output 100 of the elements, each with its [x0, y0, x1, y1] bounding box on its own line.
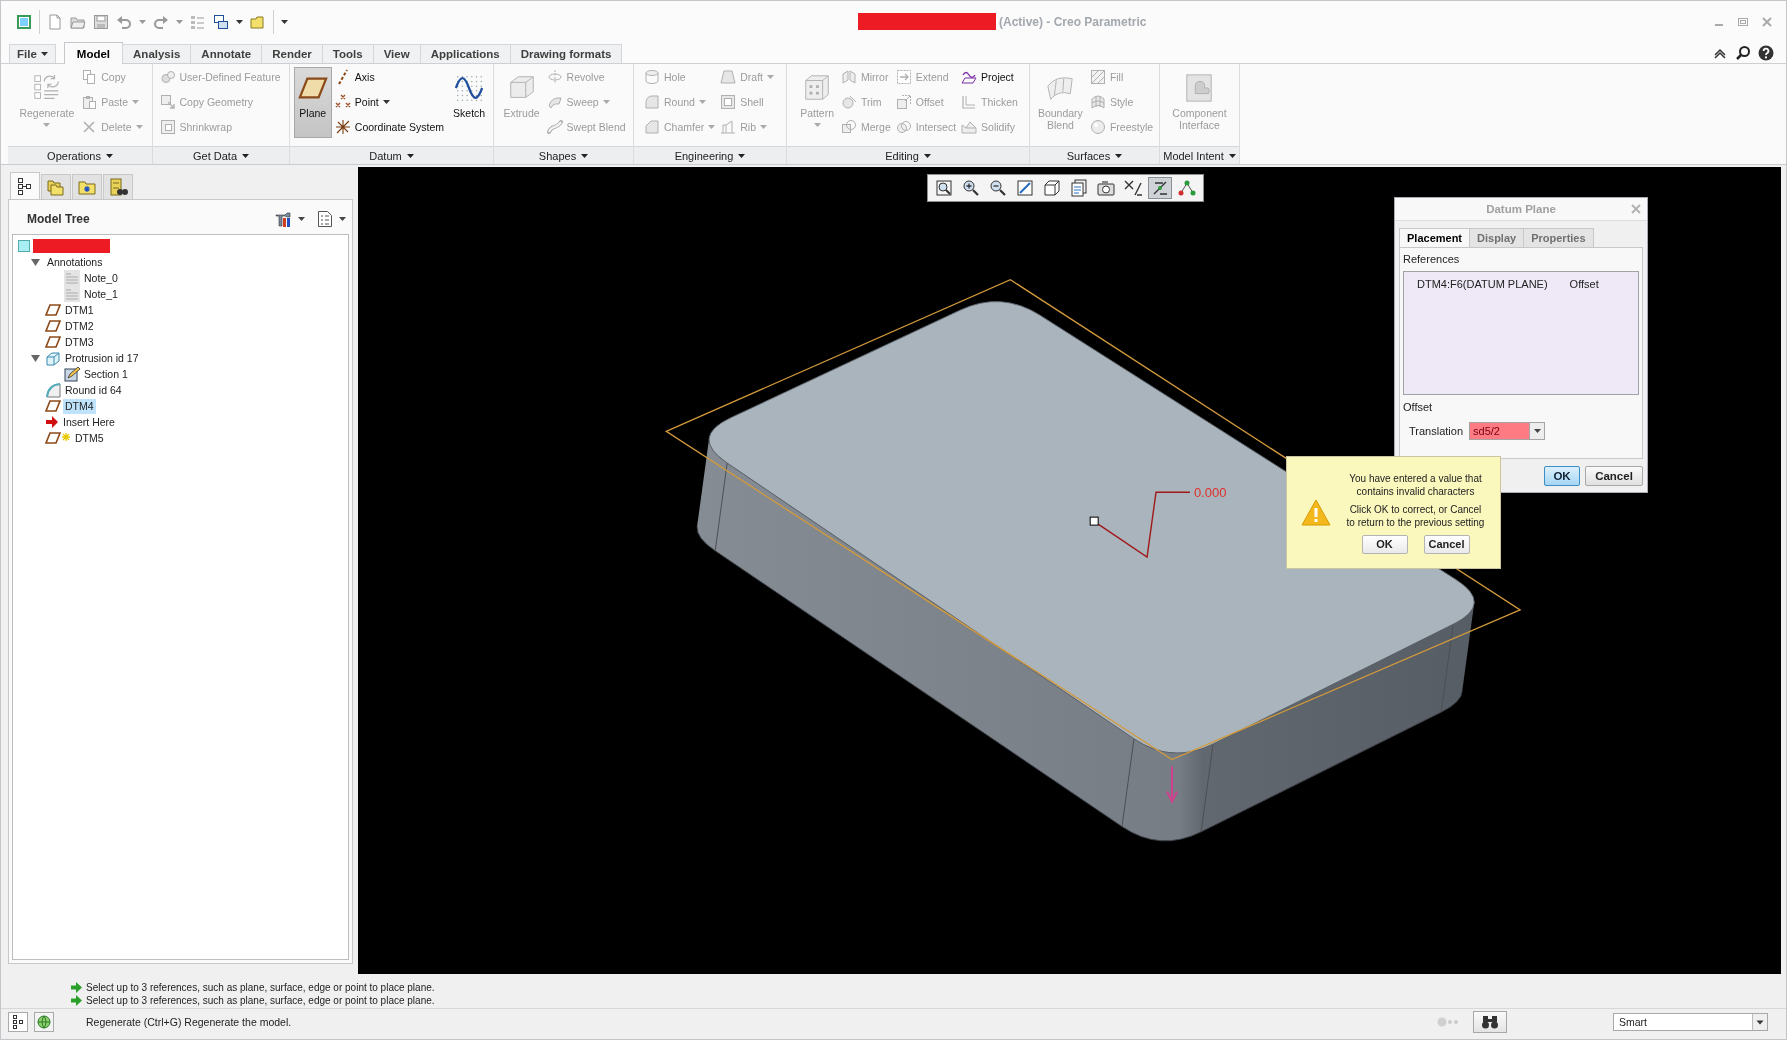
tree-item[interactable]: DTM5 — [73, 430, 106, 446]
group-menu-button[interactable]: Datum — [290, 146, 493, 164]
cross-marks-icon — [334, 94, 351, 110]
tree-structure-icon[interactable] — [8, 1012, 28, 1032]
hollow-box-icon — [720, 94, 737, 110]
caret-icon[interactable] — [236, 19, 243, 24]
ribbon-button[interactable]: Project — [961, 66, 1020, 88]
dialog-button[interactable]: Cancel — [1585, 466, 1643, 486]
group-menu-button[interactable]: Model Intent — [1160, 146, 1239, 164]
mirror-halves-icon — [841, 69, 857, 85]
square-arrow-icon — [159, 94, 176, 110]
tree-item[interactable]: Section 1 — [82, 366, 130, 382]
globe-icon[interactable] — [34, 1012, 54, 1032]
group-menu-button[interactable]: Get Data — [153, 146, 289, 164]
file-menu-tab[interactable]: File — [9, 44, 56, 63]
ribbon-button[interactable]: Coordinate System — [334, 116, 447, 138]
direction-arrow — [1166, 765, 1178, 804]
ribbon-tab[interactable]: Model — [63, 42, 124, 64]
pencil-square-icon — [64, 366, 80, 382]
caret-icon — [406, 153, 414, 158]
references-list[interactable]: DTM4:F6(DATUM PLANE) Offset — [1403, 271, 1639, 395]
panel-tab[interactable] — [103, 174, 133, 199]
dialog-button[interactable]: OK — [1544, 466, 1580, 486]
ribbon-tab[interactable]: Render — [261, 44, 323, 63]
balloon-button[interactable]: Cancel — [1423, 534, 1470, 554]
dialog-tab[interactable]: Display — [1469, 228, 1525, 247]
warning-instruction: Click OK to correct, or Cancel to return to the previous setting — [1345, 502, 1486, 529]
caret-icon[interactable] — [339, 217, 346, 221]
search-icon[interactable] — [1735, 44, 1751, 61]
arrow-icon — [71, 982, 82, 993]
ribbon-button[interactable]: Point — [334, 91, 447, 113]
drag-handle[interactable] — [1089, 516, 1099, 526]
status-message: Select up to 3 references, such as plane, surface, edge or point to place plane. — [86, 982, 435, 993]
caret-icon — [923, 153, 931, 158]
section-label: References — [1403, 253, 1460, 265]
field-label: Translation — [1409, 425, 1463, 437]
tree-item[interactable]: DTM2 — [63, 318, 96, 334]
ribbon-tab[interactable]: Drawing formats — [509, 44, 623, 63]
ribbon-tab[interactable]: Annotate — [190, 44, 263, 63]
ribbon-tab[interactable]: Tools — [321, 44, 374, 63]
dialog-tab[interactable]: Placement — [1399, 228, 1471, 247]
toggle-dots-icon[interactable] — [1437, 1017, 1459, 1027]
ribbon-tab[interactable]: Analysis — [122, 44, 192, 63]
group-menu-button[interactable]: Shapes — [494, 146, 633, 164]
text-lines-icon — [64, 270, 80, 286]
folder-icon[interactable] — [250, 13, 266, 30]
section-label: Offset — [1403, 401, 1433, 413]
caret-icon[interactable] — [298, 217, 305, 221]
offset-square-icon — [895, 94, 912, 110]
open-box-icon — [961, 119, 978, 135]
help-icon[interactable] — [1758, 44, 1774, 61]
tree-item[interactable]: DTM4 — [63, 398, 96, 414]
app-logo-icon[interactable] — [16, 13, 32, 30]
group-menu-button[interactable]: Surfaces — [1030, 146, 1159, 164]
save-icon[interactable] — [93, 13, 109, 30]
tree-item[interactable]: Note_1 — [82, 286, 120, 302]
expander-triangle-icon[interactable] — [30, 353, 40, 363]
parallelogram-icon — [45, 319, 61, 333]
thin-wall-icon — [720, 119, 737, 135]
group-menu-button[interactable]: Engineering — [634, 146, 786, 164]
tube-icon — [546, 119, 563, 135]
panel-tab[interactable] — [10, 172, 40, 199]
beveled-corner-icon — [644, 119, 660, 135]
ribbon-button[interactable]: Sketch — [449, 67, 490, 138]
ribbon-tab[interactable]: Applications — [419, 44, 511, 63]
circles-icon — [159, 69, 176, 85]
tree-item[interactable]: Insert Here — [61, 414, 117, 430]
bracket-icon — [961, 94, 978, 110]
tree-item[interactable]: Round id 64 — [63, 382, 124, 398]
selection-filter-dropdown[interactable]: Smart — [1613, 1013, 1768, 1031]
caret-icon — [1115, 153, 1123, 158]
caret-icon[interactable] — [281, 19, 288, 24]
ribbon-button[interactable]: Plane — [293, 67, 332, 138]
tree-item[interactable]: DTM3 — [63, 334, 96, 350]
tree-item[interactable]: DTM1 — [63, 302, 96, 318]
translation-field[interactable]: sd5/2 — [1469, 422, 1545, 440]
windows-icon[interactable] — [213, 13, 229, 30]
balloon-button[interactable]: OK — [1361, 534, 1408, 554]
group-menu-button[interactable]: Editing — [787, 146, 1029, 164]
expander-triangle-icon[interactable] — [30, 257, 40, 267]
undo-icon[interactable] — [116, 13, 132, 30]
tools-icon[interactable] — [274, 210, 292, 228]
rounded-edge-icon — [45, 382, 61, 398]
tree-item[interactable]: Note_0 — [82, 270, 120, 286]
dialog-tab[interactable]: Properties — [1523, 228, 1594, 247]
ribbon-tab[interactable]: View — [372, 44, 421, 63]
tree-item[interactable]: Protrusion id 17 — [63, 350, 141, 366]
tree-item[interactable]: Annotations — [45, 254, 105, 270]
warning-message: You have entered a value that contains invalid characters — [1348, 471, 1483, 498]
panel-title: Model Tree — [27, 212, 90, 226]
arrow-icon — [71, 995, 82, 1006]
find-button[interactable] — [1473, 1011, 1507, 1033]
curved-path-icon — [546, 94, 563, 110]
nested-box-icon — [159, 119, 176, 135]
axes-star-icon — [334, 119, 351, 135]
ribbon-button[interactable]: Axis — [334, 66, 447, 88]
parallelogram-star-icon — [45, 431, 71, 445]
list-settings-icon[interactable] — [317, 210, 333, 228]
group-menu-button[interactable]: Operations — [8, 146, 152, 164]
redo-icon[interactable] — [153, 13, 169, 30]
